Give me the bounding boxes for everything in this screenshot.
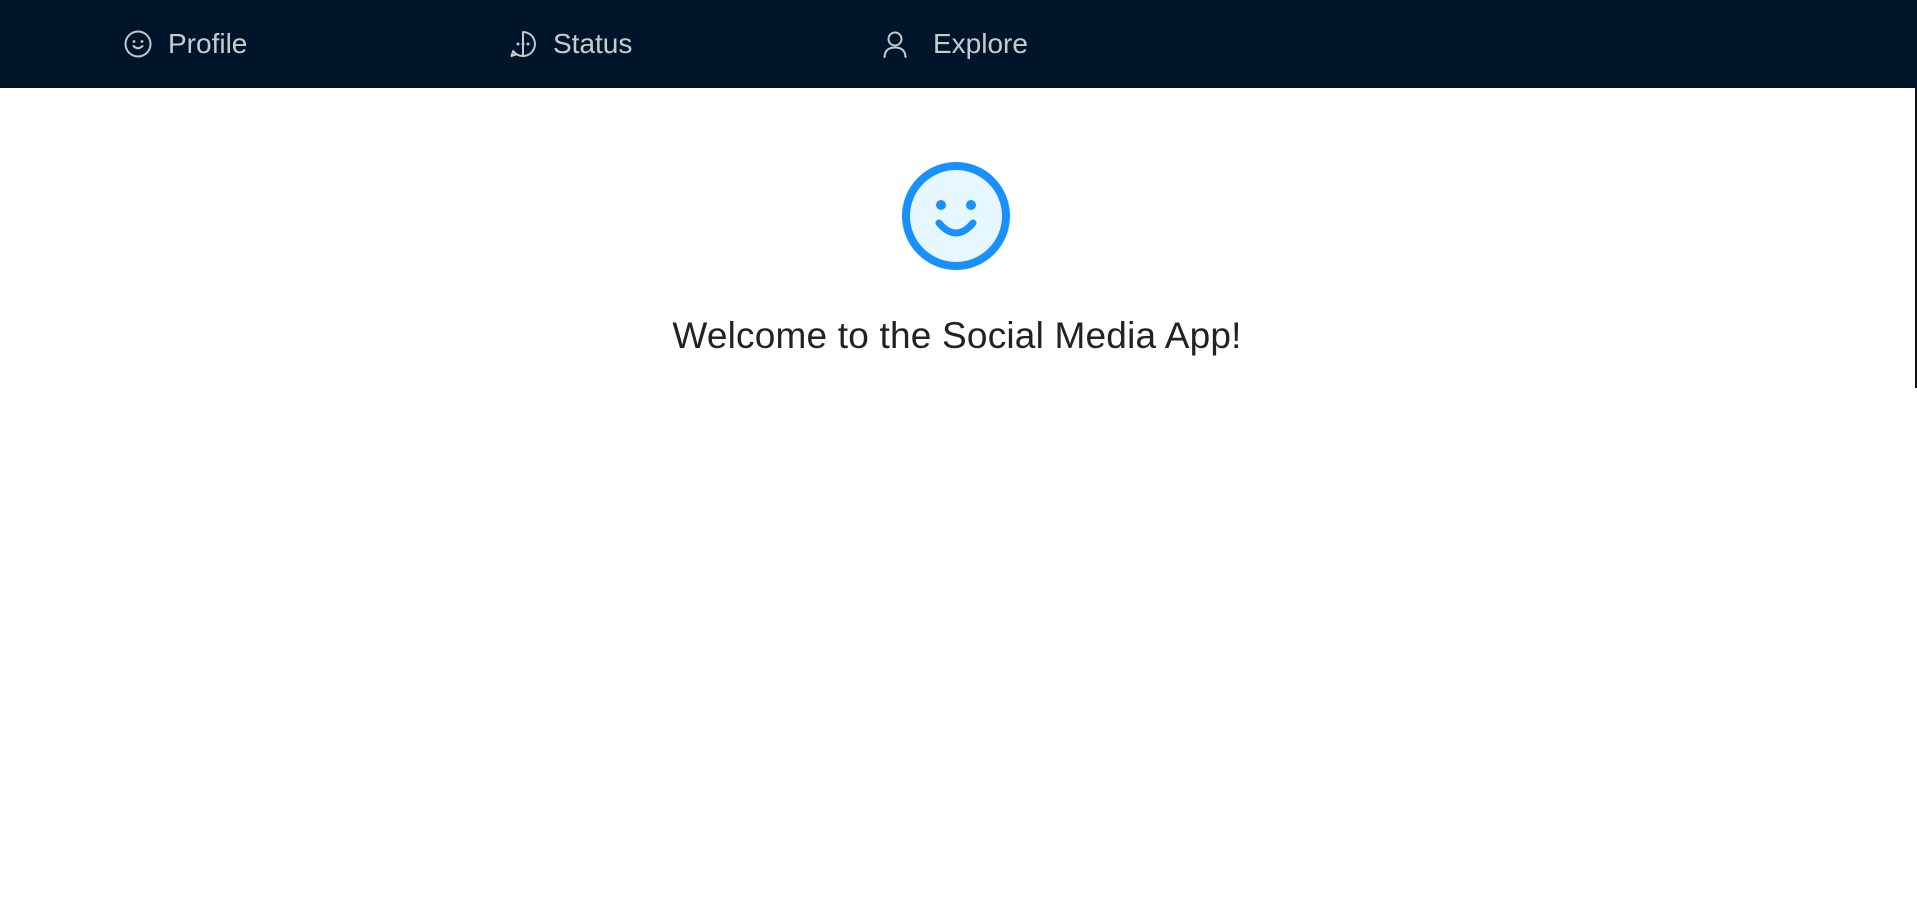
- nav-item-label: Status: [553, 28, 633, 59]
- top-navigation-bar: Profile Status Explore: [0, 0, 1917, 88]
- welcome-heading: Welcome to the Social Media App!: [672, 315, 1242, 356]
- user-icon: [879, 28, 911, 60]
- nav-item-status[interactable]: Status: [507, 0, 632, 88]
- message-icon: [507, 28, 539, 60]
- nav-item-label: Explore: [933, 28, 1028, 59]
- nav-item-profile[interactable]: Profile: [122, 0, 247, 88]
- main-content: Welcome to the Social Media App!: [0, 88, 1917, 922]
- smile-icon: [122, 28, 154, 60]
- nav-item-label: Profile: [168, 28, 248, 59]
- smile-icon: [900, 160, 1012, 272]
- nav-item-explore[interactable]: Explore: [879, 0, 1028, 88]
